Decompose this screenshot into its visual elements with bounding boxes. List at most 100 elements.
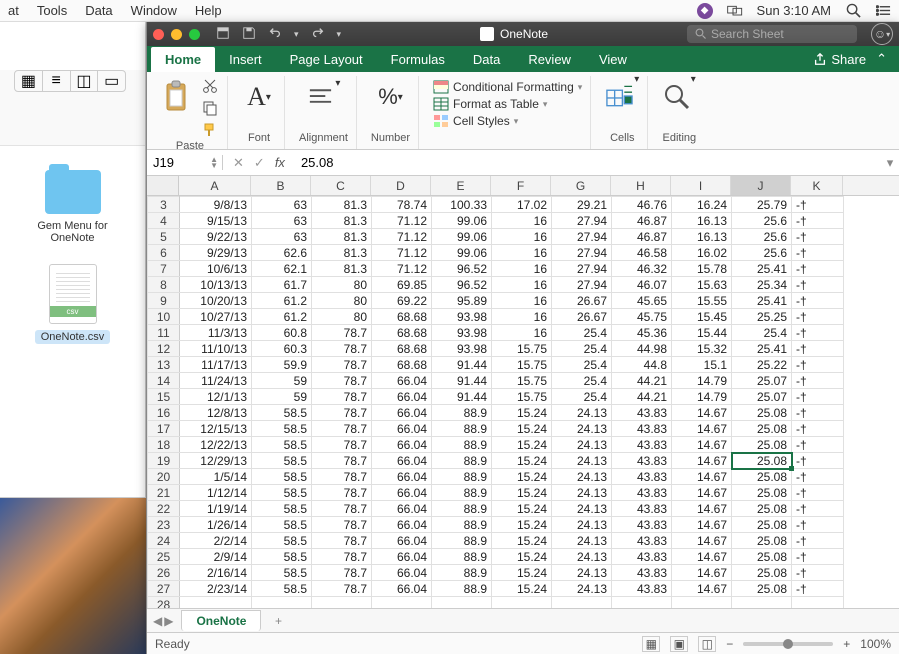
cell[interactable]: -† (792, 261, 844, 277)
cell[interactable]: 24.13 (552, 405, 612, 421)
menu-item[interactable]: at (8, 3, 19, 18)
column-header[interactable]: B (251, 176, 311, 195)
cell[interactable]: 66.04 (372, 453, 432, 469)
normal-view-icon[interactable]: ▦ (642, 636, 660, 652)
cell[interactable]: 14.67 (672, 501, 732, 517)
cell[interactable]: 14.67 (672, 517, 732, 533)
share-button[interactable]: Share ⌃ (801, 46, 899, 72)
cell[interactable]: 62.1 (252, 261, 312, 277)
cell[interactable]: 43.83 (612, 549, 672, 565)
cell[interactable]: -† (792, 213, 844, 229)
cell[interactable]: 78.7 (312, 469, 372, 485)
cell[interactable]: 68.68 (372, 357, 432, 373)
column-header[interactable]: G (551, 176, 611, 195)
cell[interactable]: 66.04 (372, 373, 432, 389)
cell[interactable]: 78.7 (312, 325, 372, 341)
cell[interactable]: 59.9 (252, 357, 312, 373)
chevron-down-icon[interactable]: ▾ (294, 29, 299, 40)
cell[interactable]: 43.83 (612, 533, 672, 549)
row-header[interactable]: 24 (148, 533, 180, 549)
list-view-icon[interactable]: ≡ (43, 71, 71, 91)
row-header[interactable]: 16 (148, 405, 180, 421)
row-header[interactable]: 14 (148, 373, 180, 389)
menu-item[interactable]: Data (85, 3, 112, 18)
column-header[interactable]: C (311, 176, 371, 195)
cell[interactable] (180, 597, 252, 609)
icon-view-icon[interactable]: ▦ (15, 71, 43, 91)
row-header[interactable]: 18 (148, 437, 180, 453)
cell[interactable]: 11/24/13 (180, 373, 252, 389)
cell[interactable]: 25.79 (732, 197, 792, 213)
cell[interactable]: -† (792, 485, 844, 501)
cell[interactable]: 58.5 (252, 533, 312, 549)
cell[interactable]: 24.13 (552, 421, 612, 437)
cell[interactable]: 59 (252, 389, 312, 405)
cell[interactable]: 24.13 (552, 437, 612, 453)
cell[interactable]: 12/15/13 (180, 421, 252, 437)
cell[interactable]: 58.5 (252, 565, 312, 581)
cell[interactable]: -† (792, 421, 844, 437)
cell[interactable]: 43.83 (612, 405, 672, 421)
cell[interactable]: 25.41 (732, 293, 792, 309)
cell[interactable]: -† (792, 357, 844, 373)
undo-icon[interactable] (268, 26, 282, 43)
cell[interactable]: 45.36 (612, 325, 672, 341)
cell[interactable]: 25.08 (732, 405, 792, 421)
cell[interactable]: 96.52 (432, 277, 492, 293)
cell[interactable]: 81.3 (312, 245, 372, 261)
cell[interactable]: -† (792, 581, 844, 597)
cell[interactable] (612, 597, 672, 609)
row-header[interactable]: 11 (148, 325, 180, 341)
cell[interactable]: -† (792, 437, 844, 453)
cell[interactable]: -† (792, 501, 844, 517)
row-header[interactable]: 6 (148, 245, 180, 261)
cell[interactable]: 43.83 (612, 501, 672, 517)
cell[interactable]: 16.13 (672, 213, 732, 229)
cell[interactable]: 15.24 (492, 405, 552, 421)
cell[interactable]: 25.41 (732, 261, 792, 277)
row-header[interactable]: 3 (148, 197, 180, 213)
cell[interactable]: 25.08 (732, 517, 792, 533)
conditional-formatting-button[interactable]: Conditional Formatting ▾ (433, 80, 582, 94)
cell[interactable]: 63 (252, 213, 312, 229)
cell[interactable]: 15.24 (492, 549, 552, 565)
cell[interactable]: 14.67 (672, 469, 732, 485)
cell[interactable]: 16.13 (672, 229, 732, 245)
cell[interactable] (492, 597, 552, 609)
clock[interactable]: Sun 3:10 AM (757, 3, 831, 18)
cell[interactable]: 78.7 (312, 517, 372, 533)
cell[interactable] (312, 597, 372, 609)
cell[interactable]: 11/17/13 (180, 357, 252, 373)
row-header[interactable]: 26 (148, 565, 180, 581)
cell[interactable]: 24.13 (552, 501, 612, 517)
cell[interactable]: 2/2/14 (180, 533, 252, 549)
cell[interactable]: 66.04 (372, 501, 432, 517)
row-header[interactable]: 7 (148, 261, 180, 277)
cell[interactable] (372, 597, 432, 609)
cell[interactable]: 15.75 (492, 389, 552, 405)
enter-icon[interactable]: ✓ (254, 155, 265, 171)
window-controls[interactable] (153, 29, 200, 40)
cell[interactable]: -† (792, 469, 844, 485)
chevron-down-icon[interactable]: ▾ (514, 116, 519, 127)
cell[interactable]: 15.24 (492, 517, 552, 533)
cell[interactable]: 78.7 (312, 341, 372, 357)
cell[interactable]: 78.7 (312, 357, 372, 373)
cell[interactable]: -† (792, 405, 844, 421)
cell[interactable]: 58.5 (252, 421, 312, 437)
cell[interactable]: 68.68 (372, 341, 432, 357)
row-header[interactable]: 25 (148, 549, 180, 565)
cell[interactable]: 1/12/14 (180, 485, 252, 501)
view-mode-buttons[interactable]: ▦ ≡ ◫ ▭ (14, 70, 126, 92)
cell[interactable]: 16 (492, 229, 552, 245)
cell[interactable]: 71.12 (372, 261, 432, 277)
row-header[interactable]: 12 (148, 341, 180, 357)
next-sheet-icon[interactable]: ▶ (164, 614, 173, 628)
page-layout-view-icon[interactable]: ▣ (670, 636, 688, 652)
row-header[interactable]: 17 (148, 421, 180, 437)
cell[interactable]: 63 (252, 197, 312, 213)
paste-button[interactable] (161, 78, 195, 116)
cell[interactable]: 15.55 (672, 293, 732, 309)
cell[interactable]: 66.04 (372, 517, 432, 533)
name-box[interactable]: J19 ▲▼ (147, 155, 223, 170)
